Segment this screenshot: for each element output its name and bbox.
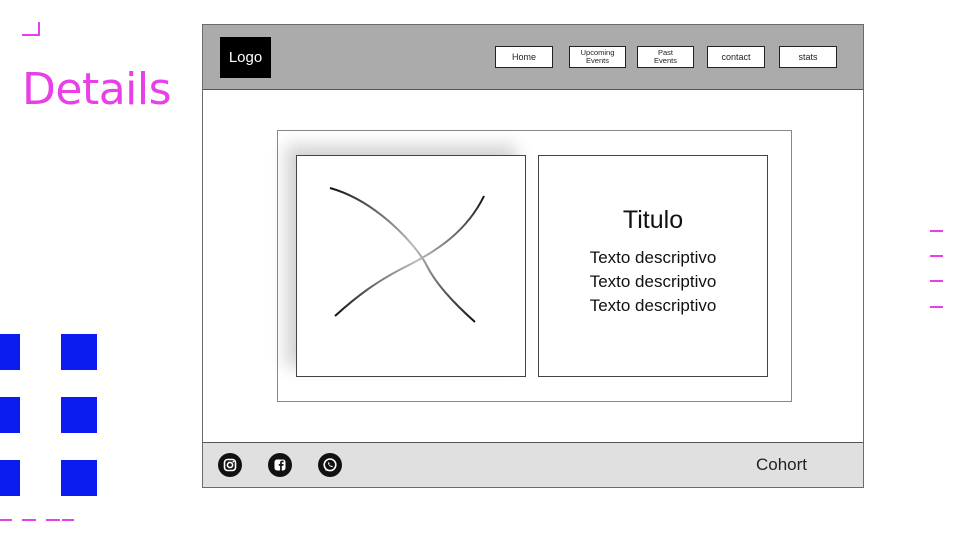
- footer-bar: Cohort: [203, 442, 863, 487]
- nav-past-events-button[interactable]: Past Events: [637, 46, 694, 68]
- decorative-dash: [930, 230, 943, 232]
- card-text-panel: Titulo Texto descriptivo Texto descripti…: [538, 155, 768, 377]
- image-placeholder: [296, 155, 526, 377]
- description-line: Texto descriptivo: [589, 248, 717, 267]
- slide-title: Details: [22, 64, 172, 115]
- decorative-dash: [0, 519, 12, 521]
- header-bar: Logo Home Upcoming Events Past Events co…: [203, 25, 863, 90]
- decorative-dash: [22, 519, 36, 521]
- instagram-icon[interactable]: [218, 453, 242, 477]
- decorative-square: [61, 334, 97, 370]
- nav-stats-button[interactable]: stats: [779, 46, 837, 68]
- image-placeholder-icon: [329, 187, 485, 323]
- decorative-square: [0, 334, 20, 370]
- wireframe-window: Logo Home Upcoming Events Past Events co…: [202, 24, 864, 488]
- decorative-dash: [46, 519, 60, 521]
- logo[interactable]: Logo: [220, 37, 271, 78]
- decorative-dash: [930, 306, 943, 308]
- nav-contact-button[interactable]: contact: [707, 46, 765, 68]
- decorative-dash: [930, 280, 943, 282]
- description-line: Texto descriptivo: [589, 296, 717, 315]
- card-title: Titulo: [622, 206, 684, 234]
- description-line: Texto descriptivo: [589, 272, 717, 291]
- detail-card: Titulo Texto descriptivo Texto descripti…: [277, 130, 792, 402]
- corner-bracket-decoration: [22, 22, 40, 36]
- cohort-label: Cohort: [755, 455, 807, 474]
- nav-home-button[interactable]: Home: [495, 46, 553, 68]
- decorative-square: [0, 460, 20, 496]
- card-description: Texto descriptivo Texto descriptivo Text…: [539, 246, 767, 318]
- whatsapp-icon[interactable]: [318, 453, 342, 477]
- decorative-square: [61, 397, 97, 433]
- decorative-dash: [62, 519, 74, 521]
- facebook-icon[interactable]: [268, 453, 292, 477]
- nav-upcoming-events-button[interactable]: Upcoming Events: [569, 46, 626, 68]
- decorative-square: [61, 460, 97, 496]
- decorative-square: [0, 397, 20, 433]
- decorative-dash: [930, 255, 943, 257]
